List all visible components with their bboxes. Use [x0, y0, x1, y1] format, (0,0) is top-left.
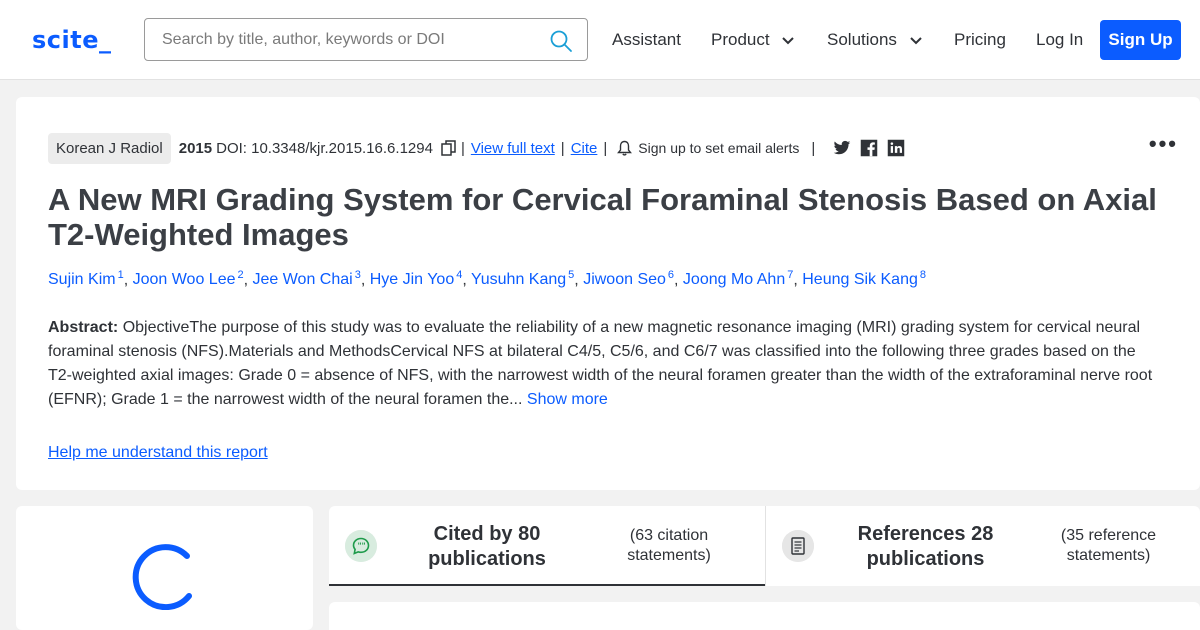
author-name: Hye Jin Yoo [369, 271, 455, 289]
separator: | [460, 139, 465, 157]
search-icon[interactable] [549, 29, 573, 53]
nav-pricing[interactable]: Pricing [954, 30, 1006, 50]
reference-statements: (35 reference statements) [1060, 527, 1157, 564]
copy-icon[interactable] [441, 140, 457, 156]
citation-list-panel [329, 602, 1200, 630]
author-link[interactable]: Sujin Kim 1 [48, 269, 124, 289]
cited-by-count: Cited by 80 publications [428, 523, 546, 570]
speech-bubble-icon: " " [345, 530, 377, 562]
search-input[interactable]: Search by title, author, keywords or DOI [144, 18, 588, 61]
help-understand-link[interactable]: Help me understand this report [48, 444, 268, 462]
top-header: scite_ Search by title, author, keywords… [0, 0, 1200, 80]
cite-link[interactable]: Cite [571, 140, 598, 157]
author-link[interactable]: Jee Won Chai 3 [252, 269, 361, 289]
chevron-down-icon [909, 36, 922, 44]
author-name: Jee Won Chai [252, 271, 353, 289]
author-link[interactable]: Yusuhn Kang 5 [470, 269, 574, 289]
paper-meta-row: Korean J Radiol 2015 DOI: 10.3348/kjr.20… [48, 132, 905, 164]
nav-product[interactable]: Product [711, 30, 795, 50]
svg-text:": " [362, 542, 366, 551]
bell-icon[interactable] [617, 140, 633, 156]
nav-solutions-label: Solutions [827, 30, 897, 49]
abstract: Abstract: ObjectiveThe purpose of this s… [48, 316, 1163, 412]
view-full-text-link[interactable]: View full text [471, 140, 555, 157]
social-share-group [833, 139, 905, 157]
separator: | [811, 139, 816, 157]
author-name: Yusuhn Kang [470, 271, 567, 289]
facebook-icon[interactable] [860, 139, 878, 157]
signup-button[interactable]: Sign Up [1100, 20, 1181, 60]
tab-references[interactable]: References 28 publications (35 reference… [765, 506, 1200, 586]
loading-spinner-icon [132, 544, 192, 610]
abstract-label: Abstract: [48, 319, 119, 336]
publication-year: 2015 [178, 139, 213, 157]
nav-assistant[interactable]: Assistant [612, 30, 681, 50]
citation-tabs: " " Cited by 80 publications (63 citatio… [329, 506, 1200, 586]
separator: | [560, 139, 565, 157]
twitter-icon[interactable] [833, 139, 851, 157]
more-options-icon[interactable]: ••• [1149, 131, 1178, 157]
author-affiliation-number: 8 [919, 269, 926, 281]
journal-badge[interactable]: Korean J Radiol [48, 132, 171, 164]
login-link[interactable]: Log In [1036, 30, 1083, 50]
author-name: Jiwoon Seo [583, 271, 666, 289]
search-placeholder: Search by title, author, keywords or DOI [162, 31, 445, 48]
email-alerts-link[interactable]: Sign up to set email alerts [638, 140, 799, 156]
author-name: Sujin Kim [48, 271, 116, 289]
scite-logo[interactable]: scite_ [32, 26, 112, 54]
doi-text: DOI: 10.3348/kjr.2015.16.6.1294 [216, 139, 433, 157]
nav-product-label: Product [711, 30, 770, 49]
author-name: Heung Sik Kang [802, 271, 918, 289]
separator: | [603, 139, 608, 157]
author-link[interactable]: Joon Woo Lee 2 [132, 269, 244, 289]
chevron-down-icon [782, 36, 795, 44]
author-link[interactable]: Hye Jin Yoo 4 [369, 269, 463, 289]
loading-panel [16, 506, 313, 630]
paper-card: Korean J Radiol 2015 DOI: 10.3348/kjr.20… [16, 97, 1200, 490]
references-count: References 28 publications [857, 523, 994, 570]
author-link[interactable]: Jiwoon Seo 6 [583, 269, 674, 289]
show-more-link[interactable]: Show more [527, 391, 608, 408]
author-link[interactable]: Joong Mo Ahn 7 [682, 269, 793, 289]
document-icon [782, 530, 814, 562]
author-list: Sujin Kim 1, Joon Woo Lee 2, Jee Won Chai 3… [48, 269, 926, 289]
author-name: Joong Mo Ahn [682, 271, 786, 289]
cited-by-statements: (63 citation statements) [627, 527, 711, 564]
paper-title: A New MRI Grading System for Cervical Fo… [48, 182, 1157, 252]
author-link[interactable]: Heung Sik Kang 8 [802, 269, 926, 289]
nav-solutions[interactable]: Solutions [827, 30, 922, 50]
author-name: Joon Woo Lee [132, 271, 236, 289]
linkedin-icon[interactable] [887, 139, 905, 157]
tab-cited-by[interactable]: " " Cited by 80 publications (63 citatio… [329, 506, 765, 586]
